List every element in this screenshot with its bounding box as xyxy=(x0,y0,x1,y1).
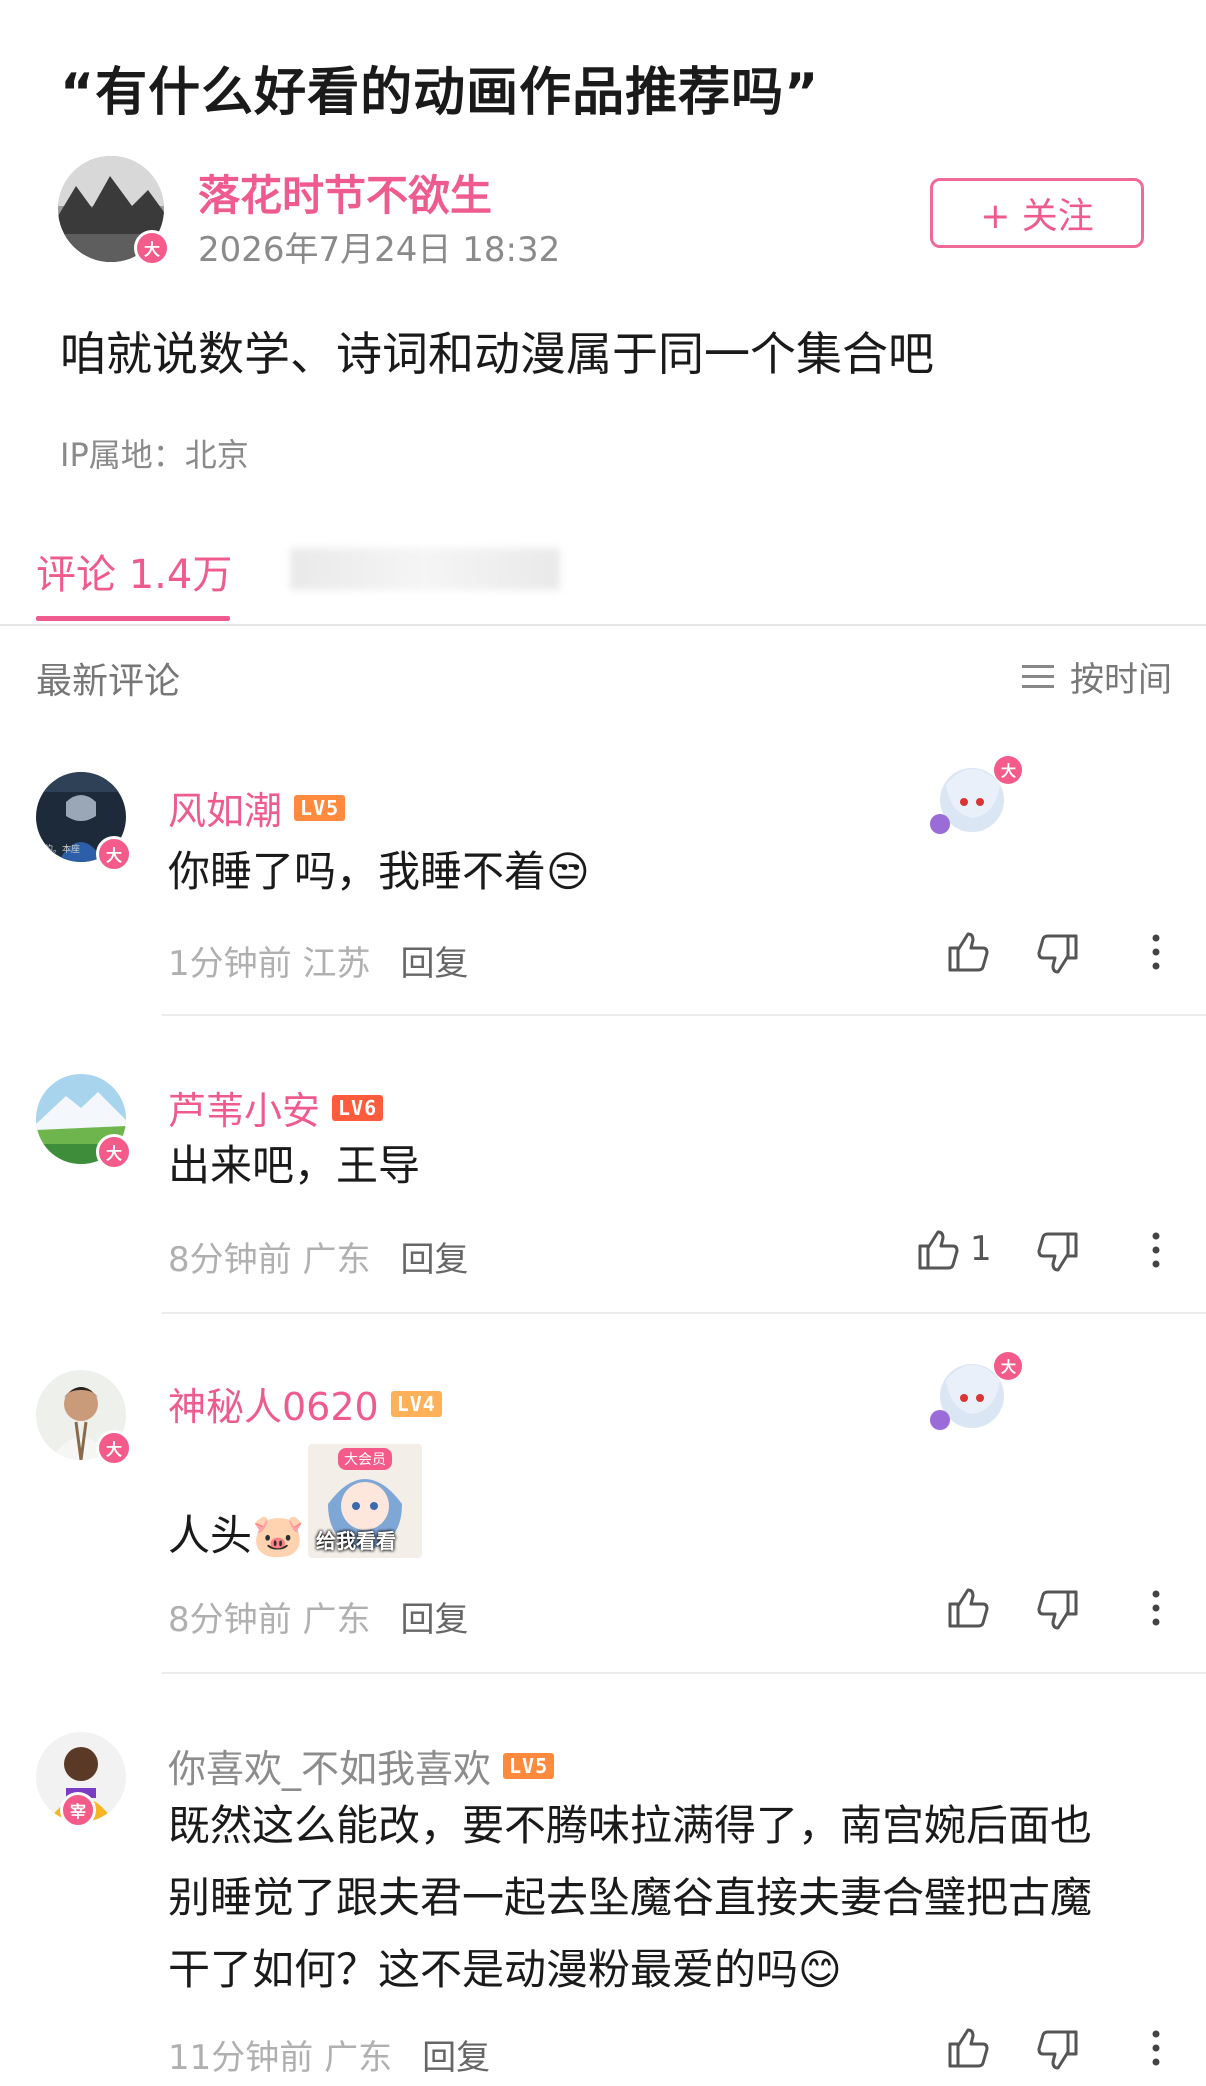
comment-meta: 8分钟前 广东 回复 xyxy=(168,1232,468,1281)
tab-blurred[interactable] xyxy=(290,548,560,590)
author-name[interactable]: 落花时节不欲生 xyxy=(198,162,492,223)
comment-username[interactable]: 芦苇小安 LV6 xyxy=(168,1080,384,1135)
comment-divider xyxy=(162,1672,1206,1674)
more-icon xyxy=(1152,2030,1160,2066)
author-verified-badge: 大 xyxy=(134,230,170,266)
dislike-button[interactable] xyxy=(1036,2028,1082,2074)
thumbs-down-icon xyxy=(1037,2030,1078,2070)
thumbs-up-icon xyxy=(948,1588,989,1628)
comment-meta: 11分钟前 广东 回复 xyxy=(168,2030,490,2079)
thumbs-up-icon xyxy=(918,1230,959,1270)
reply-button[interactable]: 回复 xyxy=(422,2030,490,2079)
comment-username[interactable]: 风如潮 LV5 xyxy=(168,780,346,835)
post-title: “有什么好看的动画作品推荐吗” xyxy=(60,63,820,123)
thumbs-down-icon xyxy=(1037,1232,1078,1272)
more-options-button[interactable] xyxy=(1150,2028,1162,2068)
comment-username[interactable]: 你喜欢_不如我喜欢 LV5 xyxy=(168,1738,555,1793)
sticker-caption: 给我看看 xyxy=(316,1529,396,1553)
tab-comments[interactable]: 评论 1.4万 xyxy=(36,542,232,600)
dislike-button[interactable] xyxy=(1036,1230,1082,1276)
comment-meta: 8分钟前 广东 回复 xyxy=(168,1592,468,1641)
comment-text: 你睡了吗，我睡不着😒 xyxy=(168,847,590,896)
reply-button[interactable]: 回复 xyxy=(400,1592,468,1641)
comment-text: 既然这么能改，要不腾味拉满得了，南宫婉后面也 别睡觉了跟夫君一起去坠魔谷直接夫妻… xyxy=(168,1801,1093,1994)
comment-meta: 1分钟前 江苏 回复 xyxy=(168,936,468,985)
sort-label: 按时间 xyxy=(1070,660,1172,700)
comment-divider xyxy=(162,1014,1206,1016)
thumbs-up-icon xyxy=(948,2028,989,2068)
tab-active-indicator xyxy=(36,616,230,621)
like-button[interactable]: 1 xyxy=(914,1226,992,1272)
svg-text:大: 大 xyxy=(1001,762,1016,780)
more-icon xyxy=(1152,934,1160,970)
decoration-pendant: 大 xyxy=(924,744,1024,844)
level-badge: LV4 xyxy=(390,1390,442,1417)
thumbs-down-icon xyxy=(1037,934,1078,974)
reply-button[interactable]: 回复 xyxy=(400,936,468,985)
emoji-icon: 😊 xyxy=(798,1945,842,1994)
dislike-button[interactable] xyxy=(1036,932,1082,978)
comment-text: 出来吧，王导 xyxy=(168,1141,421,1190)
comment-verified-badge: 大 xyxy=(96,836,132,872)
more-options-button[interactable] xyxy=(1150,1588,1162,1628)
thumbs-up-icon xyxy=(948,932,989,972)
comment-divider xyxy=(162,1312,1206,1314)
more-icon xyxy=(1152,1232,1160,1268)
svg-text:的。本座: 的。本座 xyxy=(44,843,80,855)
sort-button[interactable]: 按时间 xyxy=(1020,652,1172,701)
comment-verified-badge: 大 xyxy=(96,1430,132,1466)
latest-comments-label: 最新评论 xyxy=(36,661,181,702)
pig-emoji-icon: 🐷 xyxy=(252,1511,305,1560)
svg-text:大: 大 xyxy=(1001,1358,1016,1376)
comment-verified-badge: 大 xyxy=(96,1134,132,1170)
level-badge: LV6 xyxy=(332,1094,384,1121)
like-button[interactable] xyxy=(944,2024,990,2070)
menu-icon xyxy=(1022,664,1054,688)
comment-username[interactable]: 神秘人0620 LV4 xyxy=(168,1376,442,1431)
dislike-button[interactable] xyxy=(1036,1588,1082,1634)
ip-location: IP属地：北京 xyxy=(60,436,249,474)
emoji-icon: 😒 xyxy=(546,847,590,896)
more-icon xyxy=(1152,1590,1160,1626)
level-badge: LV5 xyxy=(503,1752,555,1779)
comment-verified-badge: 宰 xyxy=(60,1792,96,1828)
comment-text: 人头🐷 xyxy=(168,1511,305,1560)
follow-button[interactable]: + 关注 xyxy=(930,178,1144,248)
more-options-button[interactable] xyxy=(1150,932,1162,972)
sticker-image: 大会员 给我看看 xyxy=(308,1444,422,1558)
level-badge: LV5 xyxy=(294,794,346,821)
tabs-divider xyxy=(0,624,1206,626)
like-button[interactable] xyxy=(944,928,990,974)
post-time: 2026年7月24日 18:32 xyxy=(198,230,561,270)
like-count: 1 xyxy=(970,1229,992,1269)
more-options-button[interactable] xyxy=(1150,1230,1162,1270)
thumbs-down-icon xyxy=(1037,1590,1078,1630)
reply-button[interactable]: 回复 xyxy=(400,1232,468,1281)
like-button[interactable] xyxy=(944,1584,990,1630)
post-content: 咱就说数学、诗词和动漫属于同一个集合吧 xyxy=(60,327,934,381)
sticker-tag: 大会员 xyxy=(338,1448,392,1470)
decoration-pendant: 大 xyxy=(924,1340,1024,1440)
